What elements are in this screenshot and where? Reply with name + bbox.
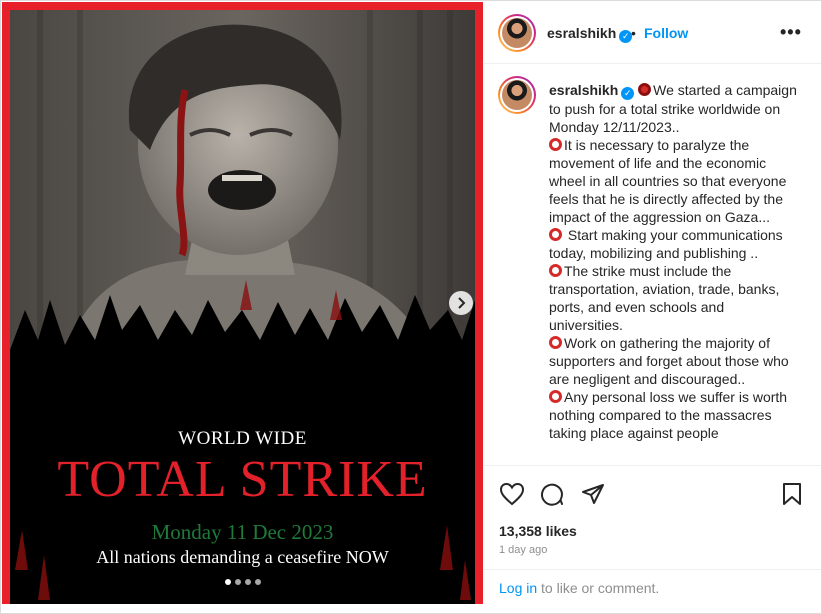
action-bar [484, 465, 821, 521]
carousel-dot [224, 579, 231, 585]
carousel-indicator [2, 579, 483, 585]
verified-badge-icon: ✓ [621, 87, 635, 100]
post-caption: esralshikh ✓ We started a campaign to pus… [549, 81, 797, 442]
post-image: WORLD WIDE TOTAL STRIKE Monday 11 Dec 20… [10, 10, 475, 604]
header-username-row[interactable]: esralshikh ✓ [547, 25, 633, 43]
carousel-dot [254, 579, 261, 585]
chevron-right-icon [458, 297, 466, 309]
bookmark-icon[interactable] [781, 482, 803, 506]
carousel-dot [234, 579, 241, 585]
red-circle-emoji-icon [549, 138, 562, 151]
poster-illustration [10, 10, 475, 604]
poster-tagline: All nations demanding a ceasefire NOW [96, 547, 389, 567]
login-prompt: Log in to like or comment. [484, 569, 821, 604]
like-count[interactable]: 13,358 likes [499, 523, 577, 539]
more-options-button[interactable]: ••• [780, 22, 802, 43]
red-circle-emoji-icon [549, 390, 562, 403]
share-icon[interactable] [581, 482, 605, 506]
login-prompt-text: to like or comment. [537, 580, 660, 596]
post-frame: WORLD WIDE TOTAL STRIKE Monday 11 Dec 20… [0, 0, 822, 614]
avatar[interactable] [498, 14, 536, 52]
post-sidebar: esralshikh ✓ • Follow ••• esralshikh ✓ We … [484, 2, 821, 604]
next-slide-button[interactable] [449, 291, 473, 315]
red-circle-emoji-icon [549, 336, 562, 349]
caption-paragraph: Start making your communications today, … [549, 227, 787, 261]
heart-icon[interactable] [499, 482, 525, 506]
carousel-dot [244, 579, 251, 585]
post-timestamp[interactable]: 1 day ago [499, 544, 547, 556]
poster-heading-main: TOTAL STRIKE [57, 451, 428, 508]
caption-paragraph: The strike must include the transportati… [549, 263, 784, 333]
login-link[interactable]: Log in [499, 580, 537, 596]
poster-heading-small: WORLD WIDE [178, 428, 307, 449]
post-media[interactable]: WORLD WIDE TOTAL STRIKE Monday 11 Dec 20… [2, 2, 483, 604]
comments-section[interactable]: esralshikh ✓ We started a campaign to pus… [484, 65, 821, 465]
caption-avatar[interactable] [498, 76, 536, 114]
caption-paragraph: Work on gathering the majority of suppor… [549, 335, 793, 387]
caption-username[interactable]: esralshikh [549, 82, 618, 98]
red-circle-emoji-icon [638, 83, 652, 96]
red-circle-emoji-icon [549, 228, 562, 241]
post-header: esralshikh ✓ • Follow ••• [484, 2, 821, 64]
comment-icon[interactable] [540, 482, 564, 506]
follow-button[interactable]: Follow [644, 25, 688, 41]
poster-date: Monday 11 Dec 2023 [151, 520, 334, 544]
caption-paragraph: Any personal loss we suffer is worth not… [549, 389, 791, 441]
username[interactable]: esralshikh [547, 25, 616, 41]
red-circle-emoji-icon [549, 264, 562, 277]
caption-body: We started a campaign to push for a tota… [549, 82, 801, 441]
caption-paragraph: It is necessary to paralyze the movement… [549, 137, 791, 225]
header-separator: • [631, 25, 636, 41]
